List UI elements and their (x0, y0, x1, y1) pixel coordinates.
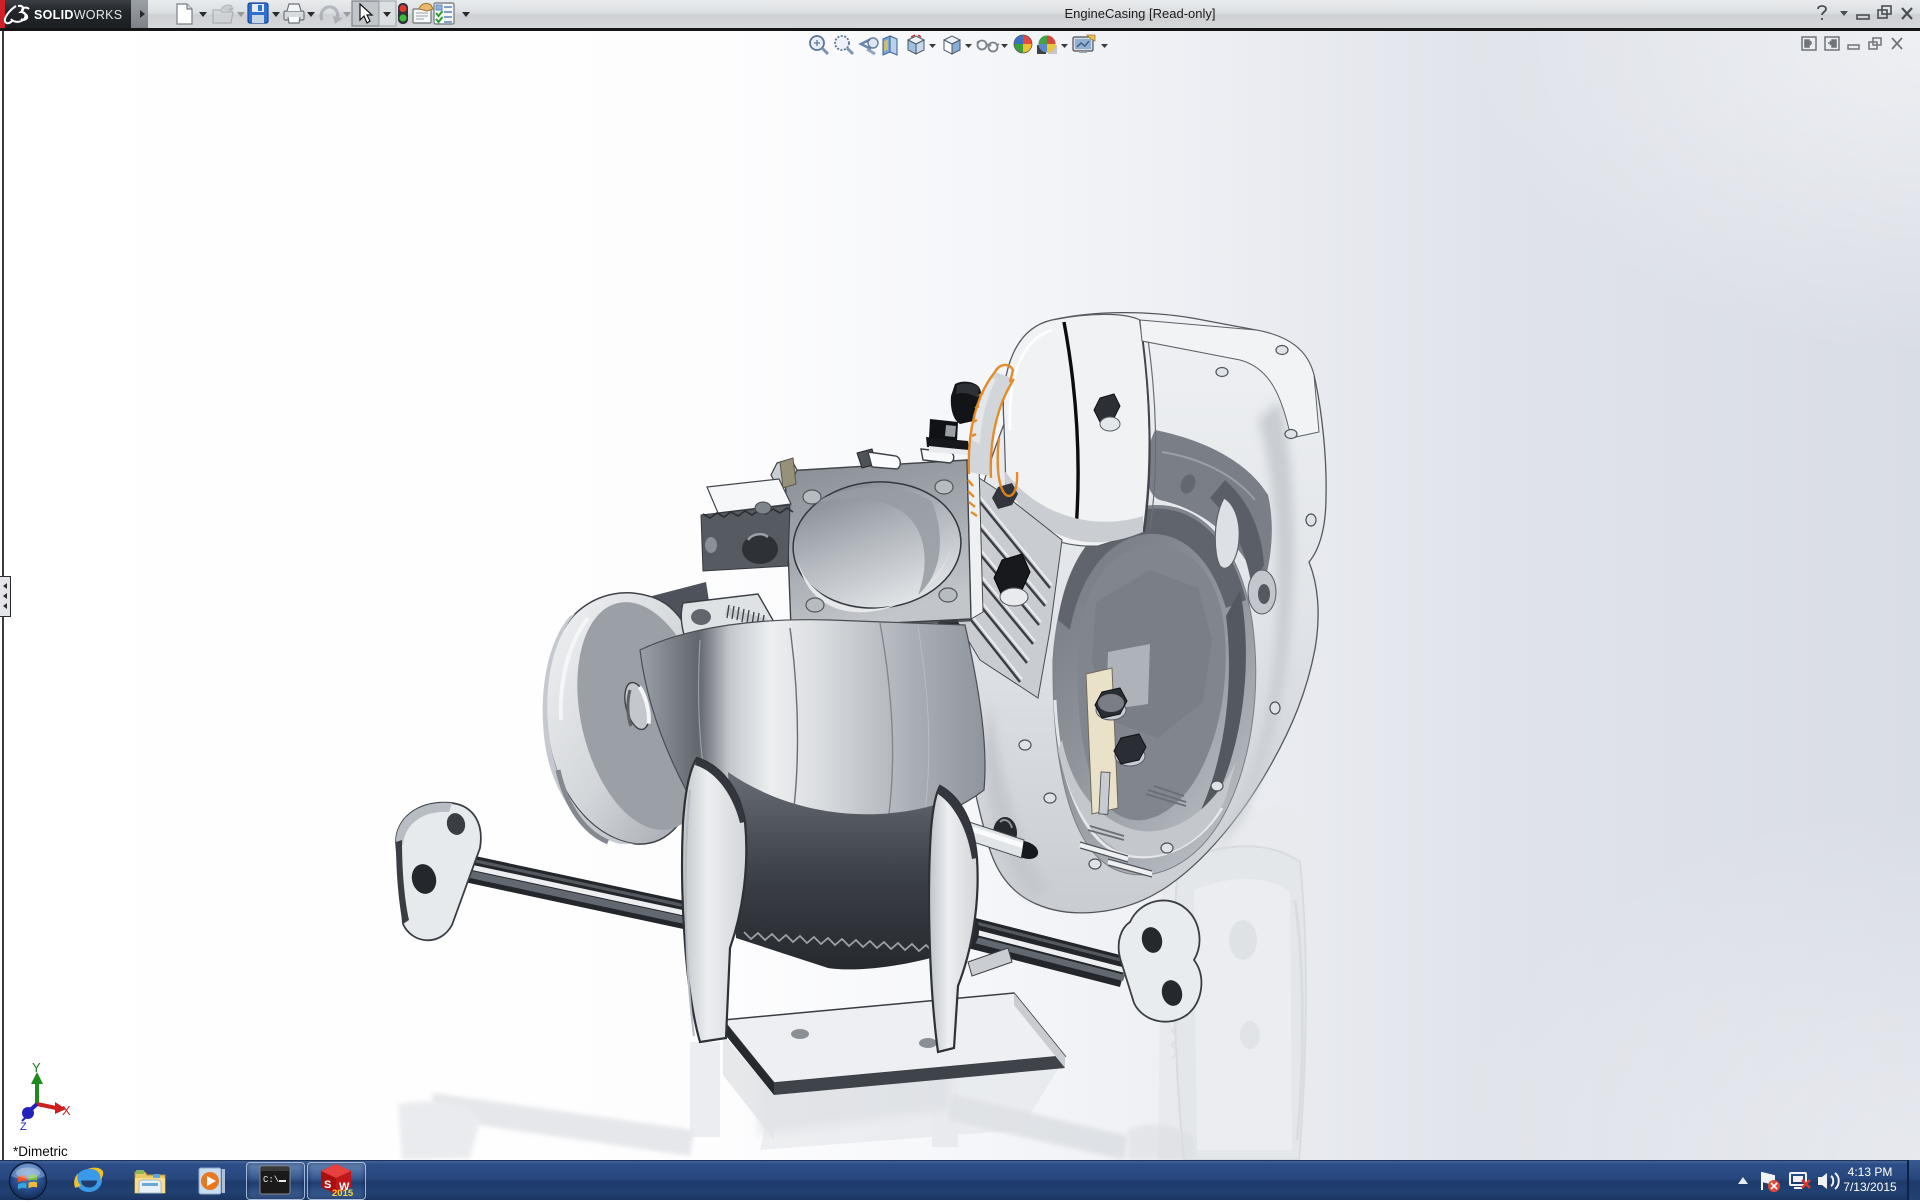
svg-text:X: X (62, 1103, 71, 1118)
svg-text:Z: Z (20, 1121, 27, 1133)
svg-text:2015: 2015 (332, 1188, 354, 1197)
svg-text:S: S (324, 1179, 331, 1191)
svg-text:Y: Y (32, 1060, 41, 1075)
svg-text:SOLIDWORKS: SOLIDWORKS (34, 8, 122, 22)
svg-text:C:\: C:\ (263, 1175, 279, 1185)
